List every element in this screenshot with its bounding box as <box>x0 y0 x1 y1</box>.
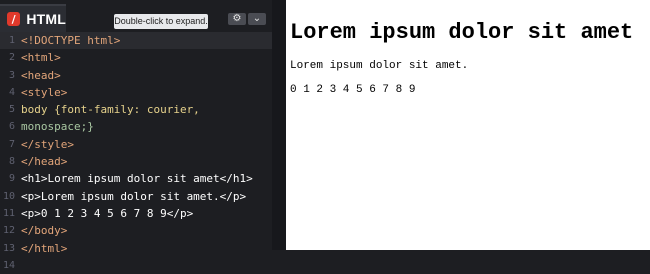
code-line[interactable]: 6 monospace;} <box>0 118 272 135</box>
code-text: <style> <box>21 85 68 99</box>
preview-pane: Lorem ipsum dolor sit amet Lorem ipsum d… <box>286 0 650 250</box>
code-line[interactable]: 10 <p>Lorem ipsum dolor sit amet.</p> <box>0 188 272 205</box>
line-number: 6 <box>8 121 15 133</box>
settings-button[interactable]: ⚙ <box>228 13 246 25</box>
code-line[interactable]: 9 <h1>Lorem ipsum dolor sit amet</h1> <box>0 170 272 187</box>
preview-digits: 0 1 2 3 4 5 6 7 8 9 <box>290 84 416 96</box>
code-line[interactable]: 4 <style> <box>0 84 272 101</box>
line-number: 3 <box>8 69 15 81</box>
line-number: 4 <box>8 86 15 98</box>
code-line[interactable]: 2 <html> <box>0 49 272 66</box>
code-line[interactable]: 3 <head> <box>0 67 272 84</box>
collapse-button[interactable]: ⌄ <box>248 13 266 25</box>
code-line[interactable]: 7 </style> <box>0 136 272 153</box>
code-text: <html> <box>21 51 61 65</box>
gear-icon: ⚙ <box>232 13 242 24</box>
code-line[interactable]: 14 <box>0 257 272 274</box>
line-number: 5 <box>8 104 15 116</box>
code-text: <h1>Lorem ipsum dolor sit amet</h1> <box>21 172 253 186</box>
code-text: monospace;} <box>21 120 94 134</box>
code-text: body {font-family: courier, <box>21 103 200 117</box>
line-number: 2 <box>8 52 15 64</box>
code-text: </body> <box>21 224 68 238</box>
line-number: 7 <box>8 138 15 150</box>
line-number: 9 <box>8 173 15 185</box>
line-number: 1 <box>8 35 15 46</box>
code-text: <head> <box>21 68 61 82</box>
editor-header: / HTML Double-click to expand. ⚙ ⌄ <box>0 0 272 32</box>
html-icon: / <box>7 12 21 26</box>
tab-label: HTML <box>26 11 66 27</box>
code-line[interactable]: 8 </head> <box>0 153 272 170</box>
code-text: <p>Lorem ipsum dolor sit amet.</p> <box>21 189 247 203</box>
line-number: 11 <box>2 207 15 219</box>
html-editor-pane[interactable]: / HTML Double-click to expand. ⚙ ⌄ 1 <!DO… <box>0 0 274 271</box>
code-text: </head> <box>21 155 68 169</box>
pane-divider[interactable] <box>272 0 286 250</box>
line-number: 8 <box>8 156 15 168</box>
chevron-down-icon: ⌄ <box>252 13 262 24</box>
line-number: 12 <box>2 225 15 237</box>
preview-heading: Lorem ipsum dolor sit amet <box>290 20 634 45</box>
code-line[interactable]: 5 body {font-family: courier, <box>0 101 272 118</box>
code-line[interactable]: 13 </html> <box>0 240 272 257</box>
line-number: 14 <box>2 259 15 271</box>
code-line[interactable]: 12 </body> <box>0 222 272 239</box>
code-area[interactable]: 1 <!DOCTYPE html> 2 <html> 3 <head> 4 <style… <box>0 32 272 271</box>
tab-html[interactable]: / HTML <box>0 4 66 32</box>
expand-tooltip: Double-click to expand. <box>114 14 208 29</box>
code-text: <!DOCTYPE html> <box>21 34 121 47</box>
code-text: <p>0 1 2 3 4 5 6 7 8 9</p> <box>21 206 194 220</box>
code-text: </html> <box>21 241 68 255</box>
code-line[interactable]: 1 <!DOCTYPE html> <box>0 32 272 50</box>
preview-paragraph: Lorem ipsum dolor sit amet. <box>290 60 469 72</box>
code-text: </style> <box>21 137 74 151</box>
line-number: 13 <box>2 242 15 254</box>
line-number: 10 <box>2 190 15 202</box>
code-line[interactable]: 11 <p>0 1 2 3 4 5 6 7 8 9</p> <box>0 205 272 222</box>
